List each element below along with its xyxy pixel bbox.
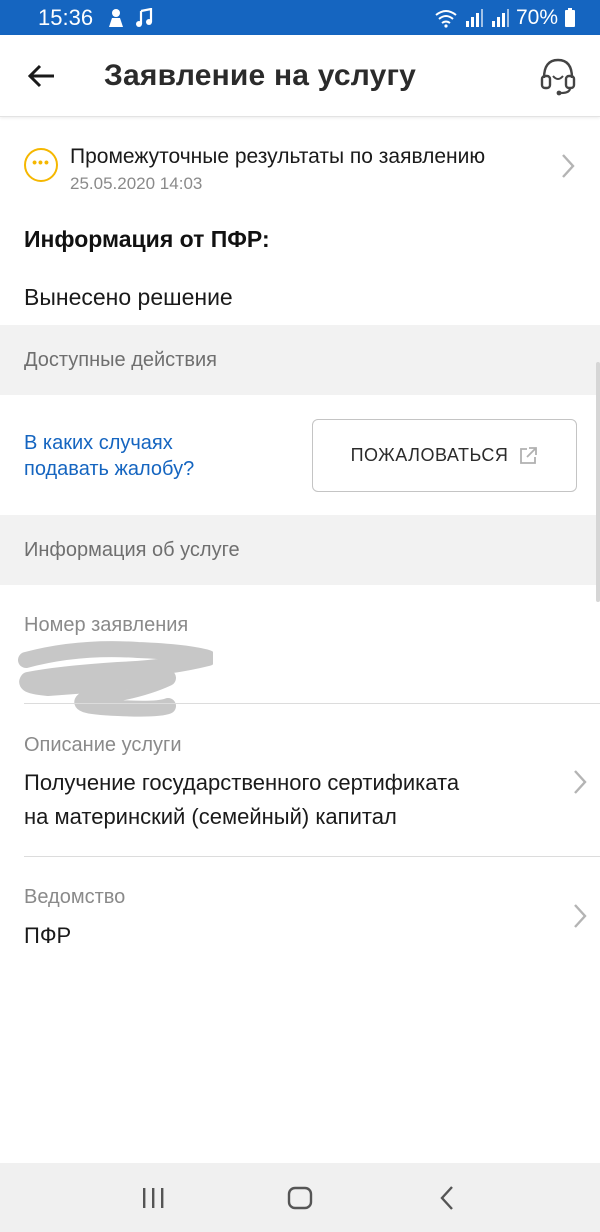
battery-icon <box>565 7 575 27</box>
agency-value[interactable]: ПФР <box>24 919 71 953</box>
back-button[interactable] <box>12 46 72 106</box>
support-headset-icon <box>540 58 576 95</box>
chevron-right-icon <box>574 904 587 928</box>
support-button[interactable] <box>532 50 584 102</box>
recent-apps-button[interactable] <box>123 1168 183 1228</box>
redacted-scribble <box>18 641 213 717</box>
back-arrow-icon <box>28 64 54 87</box>
service-description-label: Описание услуги <box>24 734 182 756</box>
system-back-button[interactable] <box>417 1168 477 1228</box>
system-nav-bar <box>0 1163 600 1232</box>
chevron-right-icon <box>562 154 575 178</box>
complaint-help-link[interactable]: В каких случаях подавать жалобу? <box>24 430 194 482</box>
service-description-value[interactable]: Получение государственного сертификата н… <box>24 766 459 834</box>
pfr-info-heading: Информация от ПФР: <box>24 226 270 252</box>
status-bar: 15:36 70% <box>0 0 600 35</box>
signal-icon <box>491 8 509 27</box>
home-button[interactable] <box>270 1168 330 1228</box>
more-dots-icon: ••• <box>24 148 58 182</box>
notification-row[interactable]: ••• Промежуточные результаты по заявлени… <box>0 120 600 206</box>
home-icon <box>287 1186 313 1209</box>
divider <box>24 856 600 857</box>
notification-date: 25.05.2020 14:03 <box>70 174 203 193</box>
wifi-icon <box>435 9 457 28</box>
scrollbar[interactable] <box>596 362 600 602</box>
chevron-right-icon <box>574 770 587 794</box>
page-title: Заявление на услугу <box>104 58 417 92</box>
actions-section-header: Доступные действия <box>0 325 600 395</box>
divider <box>24 703 600 704</box>
signal-icon <box>465 8 483 27</box>
agency-label: Ведомство <box>24 886 126 908</box>
person-icon <box>109 8 124 27</box>
recent-apps-icon <box>143 1187 164 1208</box>
status-time: 15:36 <box>38 4 94 30</box>
back-chevron-icon <box>440 1185 453 1210</box>
app-bar: Заявление на услугу <box>0 35 600 117</box>
complain-button[interactable]: ПОЖАЛОВАТЬСЯ <box>312 419 577 492</box>
service-info-section-header: Информация об услуге <box>0 515 600 585</box>
application-number-label: Номер заявления <box>24 614 189 636</box>
battery-percent: 70% <box>515 5 558 29</box>
external-link-icon <box>520 446 538 464</box>
notification-title: Промежуточные результаты по заявлению <box>70 145 486 168</box>
complain-button-label: ПОЖАЛОВАТЬСЯ <box>350 445 509 465</box>
pfr-info-value: Вынесено решение <box>24 284 233 310</box>
music-note-icon <box>136 7 153 27</box>
